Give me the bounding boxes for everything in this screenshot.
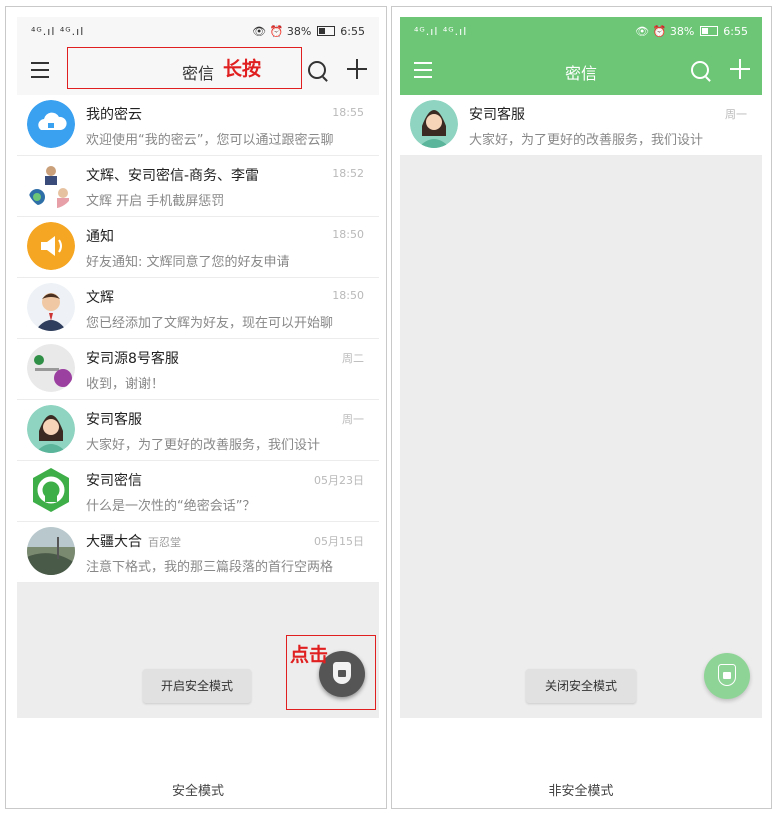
status-bar: ⁴ᴳ.ıl ⁴ᴳ.ıl 👁 ⏰ 38% 6:55	[17, 17, 379, 45]
status-right: 👁 ⏰ 38% 6:55	[635, 25, 748, 38]
chat-time: 周一	[725, 108, 747, 121]
chat-preview: 好友通知: 文辉同意了您的好友申请	[86, 255, 290, 270]
avatar	[27, 405, 75, 453]
chat-time: 周二	[342, 352, 364, 365]
chat-row[interactable]: 安司客服 周一大家好，为了更好的改善服务，我们设计	[400, 95, 762, 156]
caption-normal-mode: 非安全模式	[548, 784, 614, 799]
chat-preview: 欢迎使用“我的密云”，您可以通过跟密云聊	[86, 133, 334, 148]
chat-list: 我的密云 18:55 欢迎使用“我的密云”，您可以通过跟密云聊 文辉、安司密信-商务、…	[17, 95, 379, 583]
chat-name: 我的密云	[86, 107, 142, 123]
chat-row[interactable]: 我的密云 18:55 欢迎使用“我的密云”，您可以通过跟密云聊	[17, 95, 379, 156]
chat-time: 18:52	[332, 167, 364, 180]
annotation-click: 点击	[290, 644, 329, 666]
add-icon[interactable]	[347, 59, 367, 79]
chat-row[interactable]: 通知 18:50 好友通知: 文辉同意了您的好友申请	[17, 217, 379, 278]
eye-alarm-icon: 👁 ⏰	[635, 25, 667, 38]
chat-time: 18:55	[332, 106, 364, 119]
chat-row[interactable]: 安司客服 周一大家好，为了更好的改善服务，我们设计	[17, 400, 379, 461]
battery-percent: 38%	[286, 25, 312, 38]
chat-name: 文辉、安司密信-商务、李雷	[86, 168, 260, 184]
chat-time: 周一	[342, 413, 364, 426]
chat-time: 18:50	[332, 228, 364, 241]
chat-preview: 您已经添加了文辉为好友，现在可以开始聊	[86, 316, 334, 331]
secure-mode-fab[interactable]	[704, 653, 750, 699]
chat-time: 05月15日	[314, 535, 364, 548]
caption-secure-mode: 安全模式	[171, 784, 224, 799]
chat-time: 18:50	[332, 289, 364, 302]
search-icon[interactable]	[308, 61, 326, 79]
chat-preview: 什么是一次性的“绝密会话”？	[86, 499, 256, 514]
chat-name: 安司源8号客服	[86, 351, 179, 367]
chat-preview: 大家好，为了更好的改善服务，我们设计	[469, 133, 704, 148]
avatar	[27, 161, 75, 209]
add-icon[interactable]	[730, 59, 750, 79]
search-icon[interactable]	[691, 61, 709, 79]
battery-icon	[316, 26, 335, 36]
chat-preview: 文辉 开启 手机截屏惩罚	[86, 194, 225, 209]
chat-time: 05月23日	[314, 474, 364, 487]
phone-secure-mode: ⁴ᴳ.ıl ⁴ᴳ.ıl 👁 ⏰ 38% 6:55 密信 我的密云 18:55 欢迎使…	[17, 17, 379, 718]
chat-row[interactable]: 安司密信 05月23日什么是一次性的“绝密会话”？	[17, 461, 379, 522]
chat-row[interactable]: 文辉、安司密信-商务、李雷 18:52 文辉 开启 手机截屏惩罚	[17, 156, 379, 217]
chat-subtitle: 百忍堂	[148, 536, 181, 549]
chat-preview: 大家好，为了更好的改善服务，我们设计	[86, 438, 321, 453]
chat-name: 安司客服	[86, 412, 142, 428]
chat-name: 安司客服	[469, 107, 525, 123]
clock-time: 6:55	[723, 25, 748, 38]
chat-row[interactable]: 安司源8号客服 周二收到，谢谢！	[17, 339, 379, 400]
enable-secure-mode-button[interactable]: 开启安全模式	[143, 669, 251, 703]
chat-name: 通知	[86, 229, 114, 245]
avatar	[27, 344, 75, 392]
signal-icon: ⁴ᴳ.ıl ⁴ᴳ.ıl	[31, 25, 85, 38]
avatar	[27, 466, 75, 514]
signal-icon: ⁴ᴳ.ıl ⁴ᴳ.ıl	[414, 25, 468, 38]
avatar	[27, 283, 75, 331]
battery-percent: 38%	[669, 25, 695, 38]
phone-normal-mode: ⁴ᴳ.ıl ⁴ᴳ.ıl 👁 ⏰ 38% 6:55 密信 安司客服 周一大家好，为了…	[400, 17, 762, 718]
clock-time: 6:55	[340, 25, 365, 38]
chat-preview: 收到，谢谢！	[86, 377, 165, 392]
eye-alarm-icon: 👁 ⏰	[252, 25, 284, 38]
title-bar: 密信	[400, 45, 762, 95]
status-right: 👁 ⏰ 38% 6:55	[252, 25, 365, 38]
chat-row[interactable]: 大疆大合 百忍堂 05月15日注意下格式，我的那三篇段落的首行空两格	[17, 522, 379, 583]
avatar	[27, 527, 75, 575]
chat-preview: 注意下格式，我的那三篇段落的首行空两格	[86, 560, 334, 575]
battery-icon	[699, 26, 718, 36]
shield-lock-icon	[718, 664, 736, 686]
chat-list: 安司客服 周一大家好，为了更好的改善服务，我们设计	[400, 95, 762, 156]
chat-row[interactable]: 文辉 18:50 您已经添加了文辉为好友，现在可以开始聊	[17, 278, 379, 339]
chat-name: 安司密信	[86, 473, 142, 489]
chat-name: 大疆大合 百忍堂	[86, 534, 181, 550]
avatar	[410, 100, 458, 148]
avatar	[27, 222, 75, 270]
status-bar: ⁴ᴳ.ıl ⁴ᴳ.ıl 👁 ⏰ 38% 6:55	[400, 17, 762, 45]
annotation-longpress: 长按	[223, 58, 262, 80]
chat-name: 文辉	[86, 290, 114, 306]
avatar	[27, 100, 75, 148]
disable-secure-mode-button[interactable]: 关闭安全模式	[526, 669, 636, 703]
annotation-box-title	[67, 47, 302, 89]
